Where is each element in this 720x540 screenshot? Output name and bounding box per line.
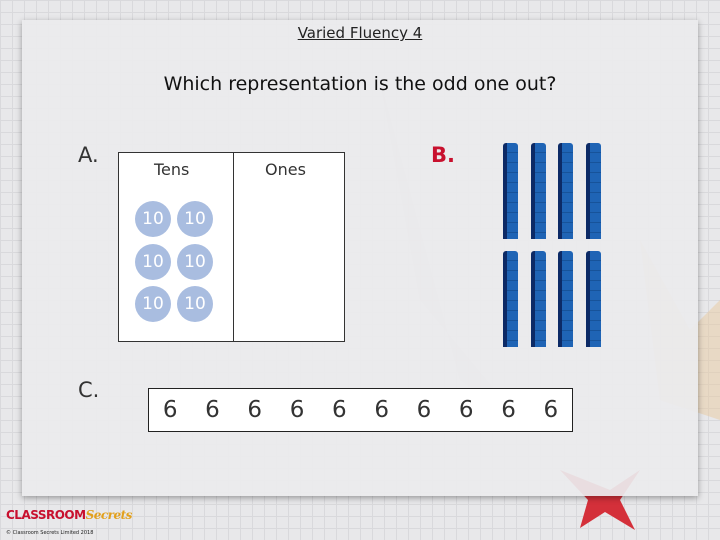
tens-rod: [558, 143, 574, 239]
digit-cell: 6: [205, 397, 220, 423]
classroom-secrets-logo: CLASSROOMSecrets: [6, 508, 132, 522]
tens-rod: [558, 251, 574, 347]
ten-counter: 10: [177, 201, 213, 237]
digit-cell: 6: [289, 397, 305, 423]
column-divider: [233, 153, 234, 341]
digit-cell: 6: [162, 397, 178, 423]
tens-header: Tens: [154, 160, 190, 179]
digit-cell: 6: [458, 397, 474, 423]
option-c-label: C.: [78, 378, 100, 402]
option-a-label: A.: [78, 143, 99, 167]
copyright-text: © Classroom Secrets Limited 2018: [6, 530, 94, 536]
digit-cell: 6: [543, 397, 559, 423]
digit-cell: 6: [374, 397, 389, 423]
digit-cell: 6: [332, 397, 347, 423]
digit-cell: 6: [416, 397, 432, 423]
question-text: Which representation is the odd one out?: [163, 73, 557, 95]
ten-counter: 10: [135, 244, 171, 280]
tens-rod: [586, 143, 602, 239]
tens-rod: [503, 251, 518, 347]
ten-counter: 10: [177, 286, 213, 322]
ten-counter: 10: [135, 286, 171, 322]
ten-counter: 10: [177, 244, 213, 280]
tens-rod: [530, 143, 546, 239]
ten-counter: 10: [135, 201, 171, 237]
tens-rod: [586, 251, 602, 347]
digit-cell: 6: [501, 397, 516, 423]
ones-header: Ones: [265, 160, 306, 179]
option-b-label: B.: [431, 143, 455, 167]
tens-rod: [530, 251, 546, 347]
digit-row: 6 6 6 6 6 6 6 6 6 6: [148, 388, 573, 432]
tens-rod: [503, 143, 518, 239]
slide-title: Varied Fluency 4: [297, 24, 423, 42]
digit-cell: 6: [247, 397, 263, 423]
